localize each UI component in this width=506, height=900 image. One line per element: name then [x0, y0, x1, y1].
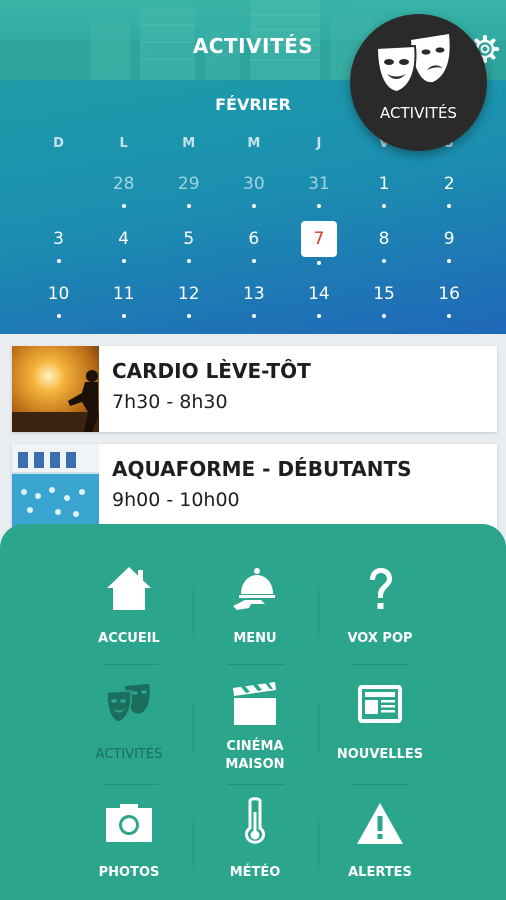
menu-item-activites[interactable]: ACTIVITÉS: [59, 676, 199, 786]
event-time: 7h30 - 8h30: [112, 391, 228, 413]
menu-item-label: MÉTÉO: [229, 865, 281, 880]
menu-item-label: MAISON: [225, 757, 285, 772]
calendar-day[interactable]: 6: [221, 227, 286, 269]
calendar-day-empty: [26, 172, 91, 214]
clapperboard-icon: [233, 682, 276, 725]
newspaper-icon: [358, 685, 402, 723]
calendar-day[interactable]: 15: [351, 282, 416, 324]
menu-item-nouvelles[interactable]: NOUVELLES: [310, 676, 450, 786]
calendar-day[interactable]: 14: [286, 282, 351, 324]
menu-item-label: ACCUEIL: [98, 631, 160, 646]
question-mark-icon: [370, 568, 392, 609]
menu-item-label: VOX POP: [347, 631, 413, 646]
menu-item-label: CINÉMA: [226, 739, 284, 754]
calendar-week: 10 11 12 13 14 15 16: [26, 282, 482, 324]
calendar-day[interactable]: 8: [351, 227, 416, 269]
menu-item-label: PHOTOS: [98, 865, 160, 880]
menu-item-vox-pop[interactable]: VOX POP: [310, 560, 450, 670]
weekday-label: M: [182, 136, 196, 151]
event-image: [12, 444, 99, 530]
weekday-label: D: [53, 136, 64, 151]
calendar-day[interactable]: 4: [91, 227, 156, 269]
menu-item-label: ACTIVITÉS: [95, 747, 163, 762]
event-card[interactable]: CARDIO LÈVE-TÔT 7h30 - 8h30: [12, 346, 497, 432]
event-image: [12, 346, 99, 432]
event-title: AQUAFORME - DÉBUTANTS: [112, 457, 412, 481]
calendar-day[interactable]: 16: [417, 282, 482, 324]
event-card[interactable]: AQUAFORME - DÉBUTANTS 9h00 - 10h00: [12, 444, 497, 530]
calendar-day[interactable]: 9: [417, 227, 482, 269]
calendar-day[interactable]: 10: [26, 282, 91, 324]
calendar-week: 3 4 5 6 7 8 9: [26, 221, 482, 269]
menu-item-alertes[interactable]: ALERTES: [310, 796, 450, 900]
camera-icon: [106, 804, 152, 842]
calendar-day[interactable]: 31: [286, 172, 351, 214]
calendar-day[interactable]: 28: [91, 172, 156, 214]
thermometer-icon: [245, 797, 265, 844]
menu-item-menu[interactable]: MENU: [185, 560, 325, 670]
calendar-day-selected[interactable]: 7: [286, 221, 351, 269]
event-time: 9h00 - 10h00: [112, 489, 240, 511]
calendar-week: 28 29 30 31 1 2: [26, 172, 482, 214]
menu-item-meteo[interactable]: MÉTÉO: [185, 796, 325, 900]
calendar-day[interactable]: 5: [156, 227, 221, 269]
calendar-day[interactable]: 3: [26, 227, 91, 269]
calendar-day[interactable]: 30: [221, 172, 286, 214]
event-title: CARDIO LÈVE-TÔT: [112, 359, 311, 383]
calendar-day[interactable]: 12: [156, 282, 221, 324]
activities-badge[interactable]: ACTIVITÉS: [350, 14, 487, 151]
warning-triangle-icon: [357, 803, 403, 844]
house-icon: [107, 567, 151, 610]
calendar-day[interactable]: 29: [156, 172, 221, 214]
serving-cloche-icon: [233, 568, 275, 610]
navigation-menu-sheet: ACCUEIL MENU VOX POP ACTIVITÉS CINÉMA MA…: [0, 524, 506, 900]
menu-item-label: ALERTES: [348, 865, 412, 880]
weekday-label: M: [247, 136, 261, 151]
badge-label: ACTIVITÉS: [380, 104, 457, 122]
weekday-label: L: [119, 136, 128, 151]
calendar-day[interactable]: 13: [221, 282, 286, 324]
menu-item-label: NOUVELLES: [336, 747, 424, 762]
theater-masks-icon: [377, 34, 450, 94]
calendar-day[interactable]: 2: [417, 172, 482, 214]
menu-item-label: MENU: [233, 631, 277, 646]
theater-masks-icon: [106, 684, 150, 723]
calendar-day[interactable]: 1: [351, 172, 416, 214]
menu-item-photos[interactable]: PHOTOS: [59, 796, 199, 900]
weekday-label: J: [316, 136, 322, 151]
calendar-day[interactable]: 11: [91, 282, 156, 324]
menu-item-cinema-maison[interactable]: CINÉMA MAISON: [185, 676, 325, 786]
menu-item-accueil[interactable]: ACCUEIL: [59, 560, 199, 670]
